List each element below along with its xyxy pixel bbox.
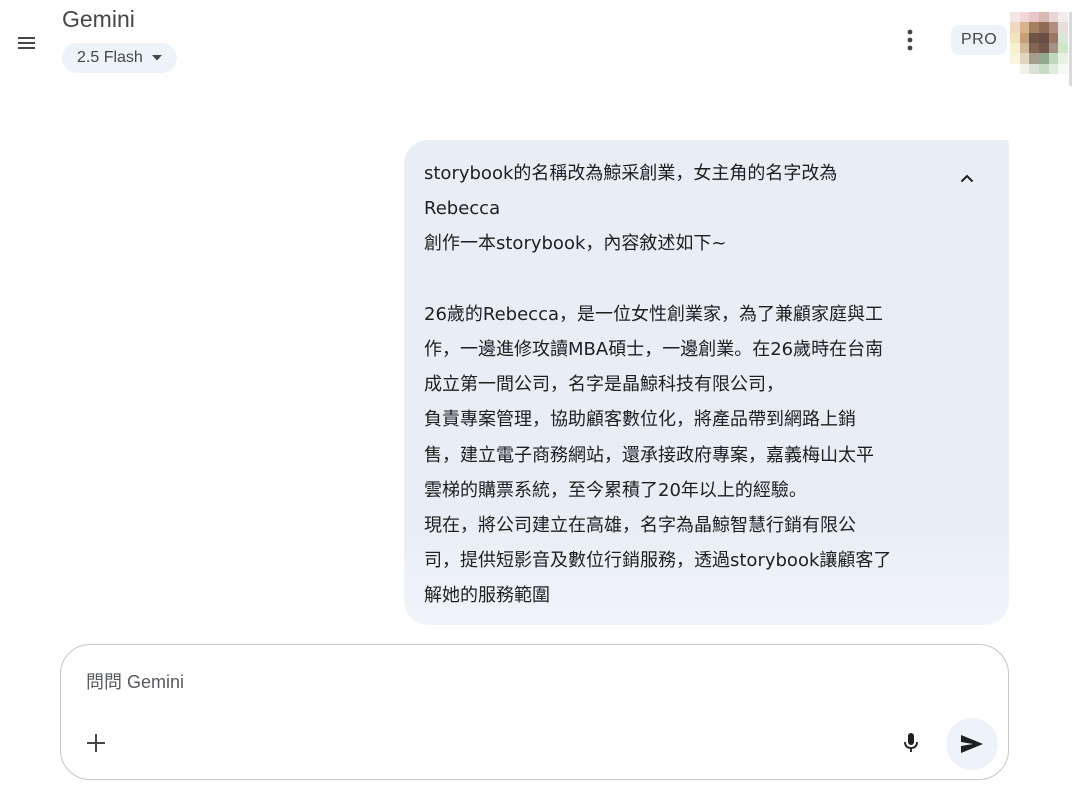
gemini-app: Gemini 2.5 Flash PRO storybook的名稱改為鯨采創業，… (0, 0, 1075, 789)
scrollbar[interactable] (1069, 12, 1072, 86)
pro-badge: PRO (951, 25, 1008, 55)
menu-icon (18, 37, 35, 49)
main-menu-button[interactable] (12, 28, 42, 58)
mic-icon (904, 733, 918, 752)
send-icon (961, 735, 983, 753)
collapse-message-button[interactable] (953, 164, 981, 192)
microphone-button[interactable] (898, 729, 924, 757)
more-options-button[interactable] (896, 26, 924, 54)
send-button[interactable] (946, 718, 998, 770)
more-vert-icon (907, 29, 913, 51)
avatar[interactable] (1010, 12, 1068, 74)
chevron-up-icon (960, 174, 974, 182)
user-message-text: storybook的名稱改為鯨采創業，女主角的名字改為 Rebecca 創作一本… (424, 163, 892, 607)
user-message-bubble: storybook的名稱改為鯨采創業，女主角的名字改為 Rebecca 創作一本… (404, 140, 1009, 625)
model-selector-button[interactable]: 2.5 Flash (62, 43, 177, 73)
caret-down-icon (151, 55, 162, 61)
add-attachment-button[interactable] (83, 730, 109, 756)
model-label: 2.5 Flash (77, 49, 143, 66)
app-title: Gemini (62, 6, 135, 32)
prompt-input[interactable] (86, 669, 886, 695)
prompt-composer (60, 644, 1009, 780)
plus-icon (87, 734, 105, 752)
